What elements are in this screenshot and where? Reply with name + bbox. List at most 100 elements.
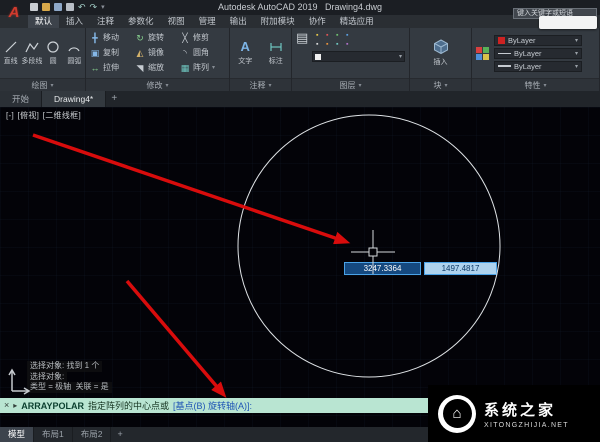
tool-mirror[interactable]: ◭ 镜像 (135, 45, 180, 60)
viewport-pane-control[interactable]: [-] (6, 111, 14, 120)
ribbon-tab-addins[interactable]: 附加模块 (254, 15, 302, 28)
layer-tool-icon[interactable]: ▪ (312, 31, 322, 40)
tool-arc[interactable]: 圆弧 (64, 28, 85, 78)
tab-model[interactable]: 模型 (0, 427, 34, 442)
panel-label-annotate[interactable]: 注释 ▾ (230, 78, 291, 91)
lineweight-dropdown[interactable]: ByLayer ▾ (494, 61, 582, 72)
drawing-canvas[interactable]: [-] [俯视] [二维线框] (0, 107, 600, 442)
chevron-down-icon: ▾ (575, 63, 578, 70)
chevron-down-icon: ▾ (444, 82, 447, 89)
ribbon-tab-home[interactable]: 默认 (28, 15, 59, 28)
qat-customize-chevron-icon[interactable]: ▾ (101, 3, 105, 11)
object-color-value: ByLayer (508, 36, 536, 45)
panel-label-properties[interactable]: 特性 ▾ (472, 78, 599, 91)
viewport-view-control[interactable]: [俯视] (18, 111, 40, 120)
tool-stretch[interactable]: ↔ 拉伸 (90, 60, 135, 75)
autocad-app-menu-icon[interactable]: A (3, 1, 25, 25)
xitongzhijia-logo: ⌂ (438, 395, 476, 433)
open-file-icon[interactable] (42, 3, 50, 11)
tool-line[interactable]: 直线 (0, 28, 21, 78)
tool-trim[interactable]: ╳ 修剪 (180, 30, 225, 45)
tool-circle[interactable]: 圆 (43, 28, 64, 78)
panel-title: 绘图 (31, 80, 47, 91)
dynamic-input-y-field[interactable]: 1497.4817 (424, 262, 497, 275)
watermark-name: 系统之家 (484, 399, 569, 420)
ribbon-tab-parametric[interactable]: 参数化 (121, 15, 161, 28)
layer-tool-icon[interactable]: ▪ (342, 31, 352, 40)
chevron-down-icon: ▾ (165, 82, 168, 89)
tool-fillet[interactable]: ◝ 圆角 (180, 45, 225, 60)
panel-label-modify[interactable]: 修改 ▾ (86, 78, 229, 91)
panel-annotate: A 文字 标注 注释 ▾ (230, 28, 292, 91)
ribbon-tab-output[interactable]: 输出 (223, 15, 254, 28)
dynamic-input-x-field[interactable]: 3247.3364 (344, 262, 421, 275)
ribbon-tab-collaborate[interactable]: 协作 (302, 15, 333, 28)
panel-title: 特性 (524, 80, 540, 91)
panel-block: 插入 块 ▾ (410, 28, 472, 91)
linetype-dropdown[interactable]: ByLayer ▾ (494, 48, 582, 59)
layer-tool-icon[interactable]: ▪ (342, 40, 352, 49)
file-tab-start[interactable]: 开始 (0, 91, 42, 107)
color-swatch (498, 37, 505, 44)
text-icon: A (241, 40, 250, 54)
tool-text[interactable]: A 文字 (230, 28, 261, 78)
tool-insert-block[interactable]: 插入 (410, 28, 471, 78)
layer-color-swatch (315, 54, 321, 60)
command-prompt-text: 指定阵列的中心点或 (88, 399, 169, 412)
file-tab-drawing4[interactable]: Drawing4* (42, 91, 106, 107)
new-drawing-tab-button[interactable]: + (106, 91, 122, 107)
layer-tool-icon[interactable]: ▪ (332, 31, 342, 40)
plot-icon[interactable] (66, 3, 74, 11)
tool-label: 旋转 (148, 32, 164, 43)
linetype-sample (498, 53, 511, 54)
tool-scale[interactable]: ◥ 缩放 (135, 60, 180, 75)
autocad-window: A ↶ ↷ ▾ Autodesk AutoCAD 2019 Drawing4.d… (0, 0, 600, 442)
tool-label: 标注 (269, 56, 283, 66)
save-icon[interactable] (54, 3, 62, 11)
layer-tool-icon[interactable]: ▪ (322, 40, 332, 49)
move-icon: ╋ (90, 33, 100, 43)
title-bar: A ↶ ↷ ▾ Autodesk AutoCAD 2019 Drawing4.d… (0, 0, 600, 15)
prompt-marker-icon: ▸ (13, 401, 17, 410)
tool-array[interactable]: ▦ 阵列 ▾ (180, 60, 225, 75)
ribbon-tab-featured-apps[interactable]: 精选应用 (333, 15, 381, 28)
close-icon[interactable]: × (4, 398, 9, 413)
tool-move[interactable]: ╋ 移动 (90, 30, 135, 45)
chevron-down-icon: ▾ (575, 50, 578, 57)
tool-label: 移动 (103, 32, 119, 43)
layer-properties-icon[interactable]: ▤ (296, 31, 308, 45)
ribbon-tab-view[interactable]: 视图 (161, 15, 192, 28)
layer-tool-icon[interactable]: ▪ (332, 40, 342, 49)
layer-tool-icon[interactable]: ▪ (322, 31, 332, 40)
redo-icon[interactable]: ↷ (90, 3, 98, 11)
tool-polyline[interactable]: 多段线 (21, 28, 42, 78)
tab-layout1[interactable]: 布局1 (34, 427, 73, 442)
tab-layout2[interactable]: 布局2 (73, 427, 112, 442)
new-layout-button[interactable]: + (111, 427, 128, 442)
chevron-down-icon: ▾ (50, 82, 53, 89)
chevron-down-icon: ▾ (358, 82, 361, 89)
match-properties-icon[interactable] (476, 47, 489, 60)
viewport-visual-style-control[interactable]: [二维线框] (43, 111, 81, 120)
panel-label-block[interactable]: 块 ▾ (410, 78, 471, 91)
ribbon-tab-annotate[interactable]: 注释 (90, 15, 121, 28)
command-prompt-options[interactable]: [基点(B) 旋转轴(A)]: (173, 399, 252, 412)
tool-copy[interactable]: ▣ 复制 (90, 45, 135, 60)
layer-select-dropdown[interactable]: ▾ (312, 51, 405, 62)
panel-label-layers[interactable]: 图层 ▾ (292, 78, 409, 91)
watermark: ⌂ 系统之家 XITONGZHIJIA.NET (428, 385, 600, 442)
undo-icon[interactable]: ↶ (78, 3, 86, 11)
tool-dimension[interactable]: 标注 (261, 28, 292, 78)
dimension-icon (269, 40, 283, 54)
panel-label-draw[interactable]: 绘图 ▾ (0, 78, 85, 91)
tool-rotate[interactable]: ↻ 旋转 (135, 30, 180, 45)
layer-tool-icon[interactable]: ▪ (312, 40, 322, 49)
object-color-dropdown[interactable]: ByLayer ▾ (494, 35, 582, 46)
new-file-icon[interactable] (30, 3, 38, 11)
panel-title: 块 (433, 80, 441, 91)
watermark-domain: XITONGZHIJIA.NET (484, 422, 569, 429)
ribbon-tab-insert[interactable]: 插入 (59, 15, 90, 28)
panel-layers: ▤ ▪ ▪ ▪ ▪ ▪ ▪ ▪ ▪ ▾ (292, 28, 410, 91)
ribbon-tab-manage[interactable]: 管理 (192, 15, 223, 28)
array-icon: ▦ (180, 63, 190, 73)
